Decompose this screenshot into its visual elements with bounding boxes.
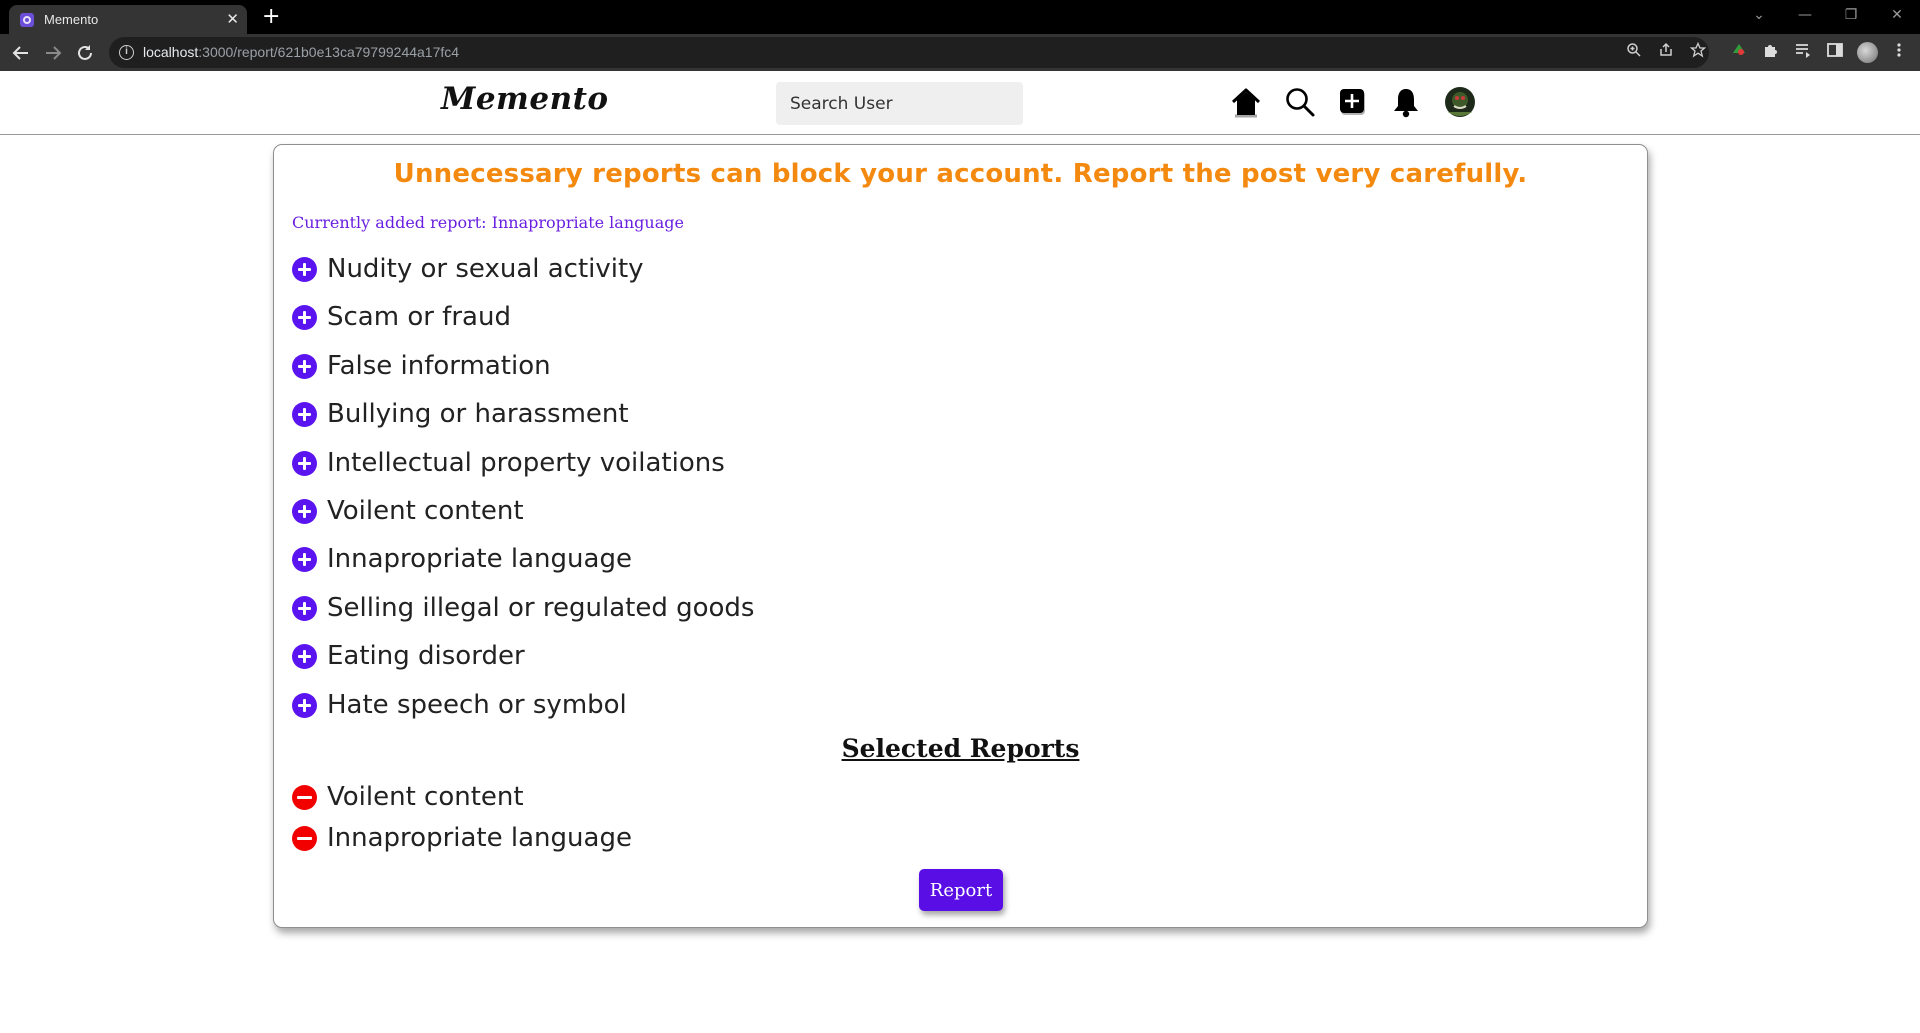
report-option[interactable]: Hate speech or symbol xyxy=(292,688,627,722)
report-option-label: Bullying or harassment xyxy=(327,399,629,429)
zoom-icon[interactable] xyxy=(1623,42,1645,64)
site-info-icon[interactable]: i xyxy=(119,45,134,60)
add-report-plus-icon[interactable] xyxy=(292,546,317,572)
extension-colorful-icon[interactable] xyxy=(1728,41,1750,63)
report-option-label: False information xyxy=(327,351,551,381)
url-text: localhost:3000/report/621b0e13ca79799244… xyxy=(143,44,460,60)
add-report-plus-icon[interactable] xyxy=(292,401,317,427)
selected-report-label: Innapropriate language xyxy=(327,823,632,853)
report-option[interactable]: Eating disorder xyxy=(292,639,525,673)
reload-icon[interactable] xyxy=(72,40,98,66)
remove-report-minus-icon[interactable] xyxy=(292,784,317,810)
memento-logo[interactable]: Memento xyxy=(441,81,609,117)
add-report-plus-icon[interactable] xyxy=(292,498,317,524)
report-option[interactable]: False information xyxy=(292,349,551,383)
tab-title: Memento xyxy=(44,12,99,27)
report-option[interactable]: Voilent content xyxy=(292,494,524,528)
report-option[interactable]: Intellectual property voilations xyxy=(292,446,725,480)
add-report-plus-icon[interactable] xyxy=(292,595,317,621)
minimize-button[interactable]: — xyxy=(1782,0,1828,30)
browser-menu-icon[interactable] xyxy=(1888,41,1910,63)
site-navbar: Memento xyxy=(0,71,1920,135)
close-tab-icon[interactable]: ✕ xyxy=(226,5,239,34)
profile-avatar[interactable] xyxy=(1444,86,1476,117)
add-report-plus-icon[interactable] xyxy=(292,353,317,379)
bookmark-star-icon[interactable] xyxy=(1687,41,1709,64)
report-option[interactable]: Selling illegal or regulated goods xyxy=(292,591,754,625)
report-option-label: Nudity or sexual activity xyxy=(327,254,644,284)
reading-list-icon[interactable] xyxy=(1792,41,1814,63)
add-report-plus-icon[interactable] xyxy=(292,304,317,330)
selected-reports-heading: Selected Reports xyxy=(841,734,1080,763)
address-bar[interactable]: i localhost:3000/report/621b0e13ca797992… xyxy=(109,37,1709,68)
search-icon[interactable] xyxy=(1284,86,1316,117)
create-post-icon[interactable] xyxy=(1339,88,1367,118)
close-window-button[interactable]: ✕ xyxy=(1874,0,1920,30)
add-report-plus-icon[interactable] xyxy=(292,256,317,282)
report-warning-text: Unnecessary reports can block your accou… xyxy=(393,159,1528,189)
new-tab-button[interactable]: + xyxy=(262,4,280,30)
report-option-label: Voilent content xyxy=(327,496,524,526)
browser-profile-avatar[interactable] xyxy=(1857,42,1878,63)
report-option[interactable]: Scam or fraud xyxy=(292,300,511,334)
home-icon[interactable] xyxy=(1229,85,1263,118)
report-option-label: Scam or fraud xyxy=(327,302,511,332)
remove-report-minus-icon[interactable] xyxy=(292,825,317,851)
memento-favicon-icon xyxy=(20,13,34,27)
share-icon[interactable] xyxy=(1655,42,1677,64)
report-option-label: Intellectual property voilations xyxy=(327,448,725,478)
add-report-plus-icon[interactable] xyxy=(292,643,317,669)
search-user-input[interactable] xyxy=(776,82,1023,125)
notifications-bell-icon[interactable] xyxy=(1391,86,1421,118)
current-report-text: Currently added report: Innapropriate la… xyxy=(292,213,684,232)
report-option-label: Eating disorder xyxy=(327,641,525,671)
report-option-label: Selling illegal or regulated goods xyxy=(327,593,755,623)
report-option[interactable]: Bullying or harassment xyxy=(292,397,629,431)
browser-tab[interactable]: Memento ✕ xyxy=(9,5,247,34)
add-report-plus-icon[interactable] xyxy=(292,450,317,476)
restore-button[interactable]: ❐ xyxy=(1828,0,1874,30)
report-option-label: Hate speech or symbol xyxy=(327,690,627,720)
add-report-plus-icon[interactable] xyxy=(292,692,317,718)
report-card: Unnecessary reports can block your accou… xyxy=(273,144,1648,928)
browser-toolbar: i localhost:3000/report/621b0e13ca797992… xyxy=(0,34,1920,71)
selected-report-item[interactable]: Innapropriate language xyxy=(292,821,632,855)
browser-tab-strip: Memento ✕ + ⌄ — ❐ ✕ xyxy=(0,0,1920,34)
extensions-puzzle-icon[interactable] xyxy=(1760,41,1782,63)
report-submit-button[interactable]: Report xyxy=(919,869,1003,911)
tab-search-icon[interactable]: ⌄ xyxy=(1736,0,1782,30)
report-option[interactable]: Innapropriate language xyxy=(292,542,632,576)
back-arrow-icon[interactable] xyxy=(8,40,34,66)
report-option-label: Innapropriate language xyxy=(327,544,632,574)
report-option[interactable]: Nudity or sexual activity xyxy=(292,252,644,286)
side-panel-icon[interactable] xyxy=(1824,41,1846,63)
selected-report-item[interactable]: Voilent content xyxy=(292,780,524,814)
selected-report-label: Voilent content xyxy=(327,782,524,812)
forward-arrow-icon[interactable] xyxy=(40,40,66,66)
